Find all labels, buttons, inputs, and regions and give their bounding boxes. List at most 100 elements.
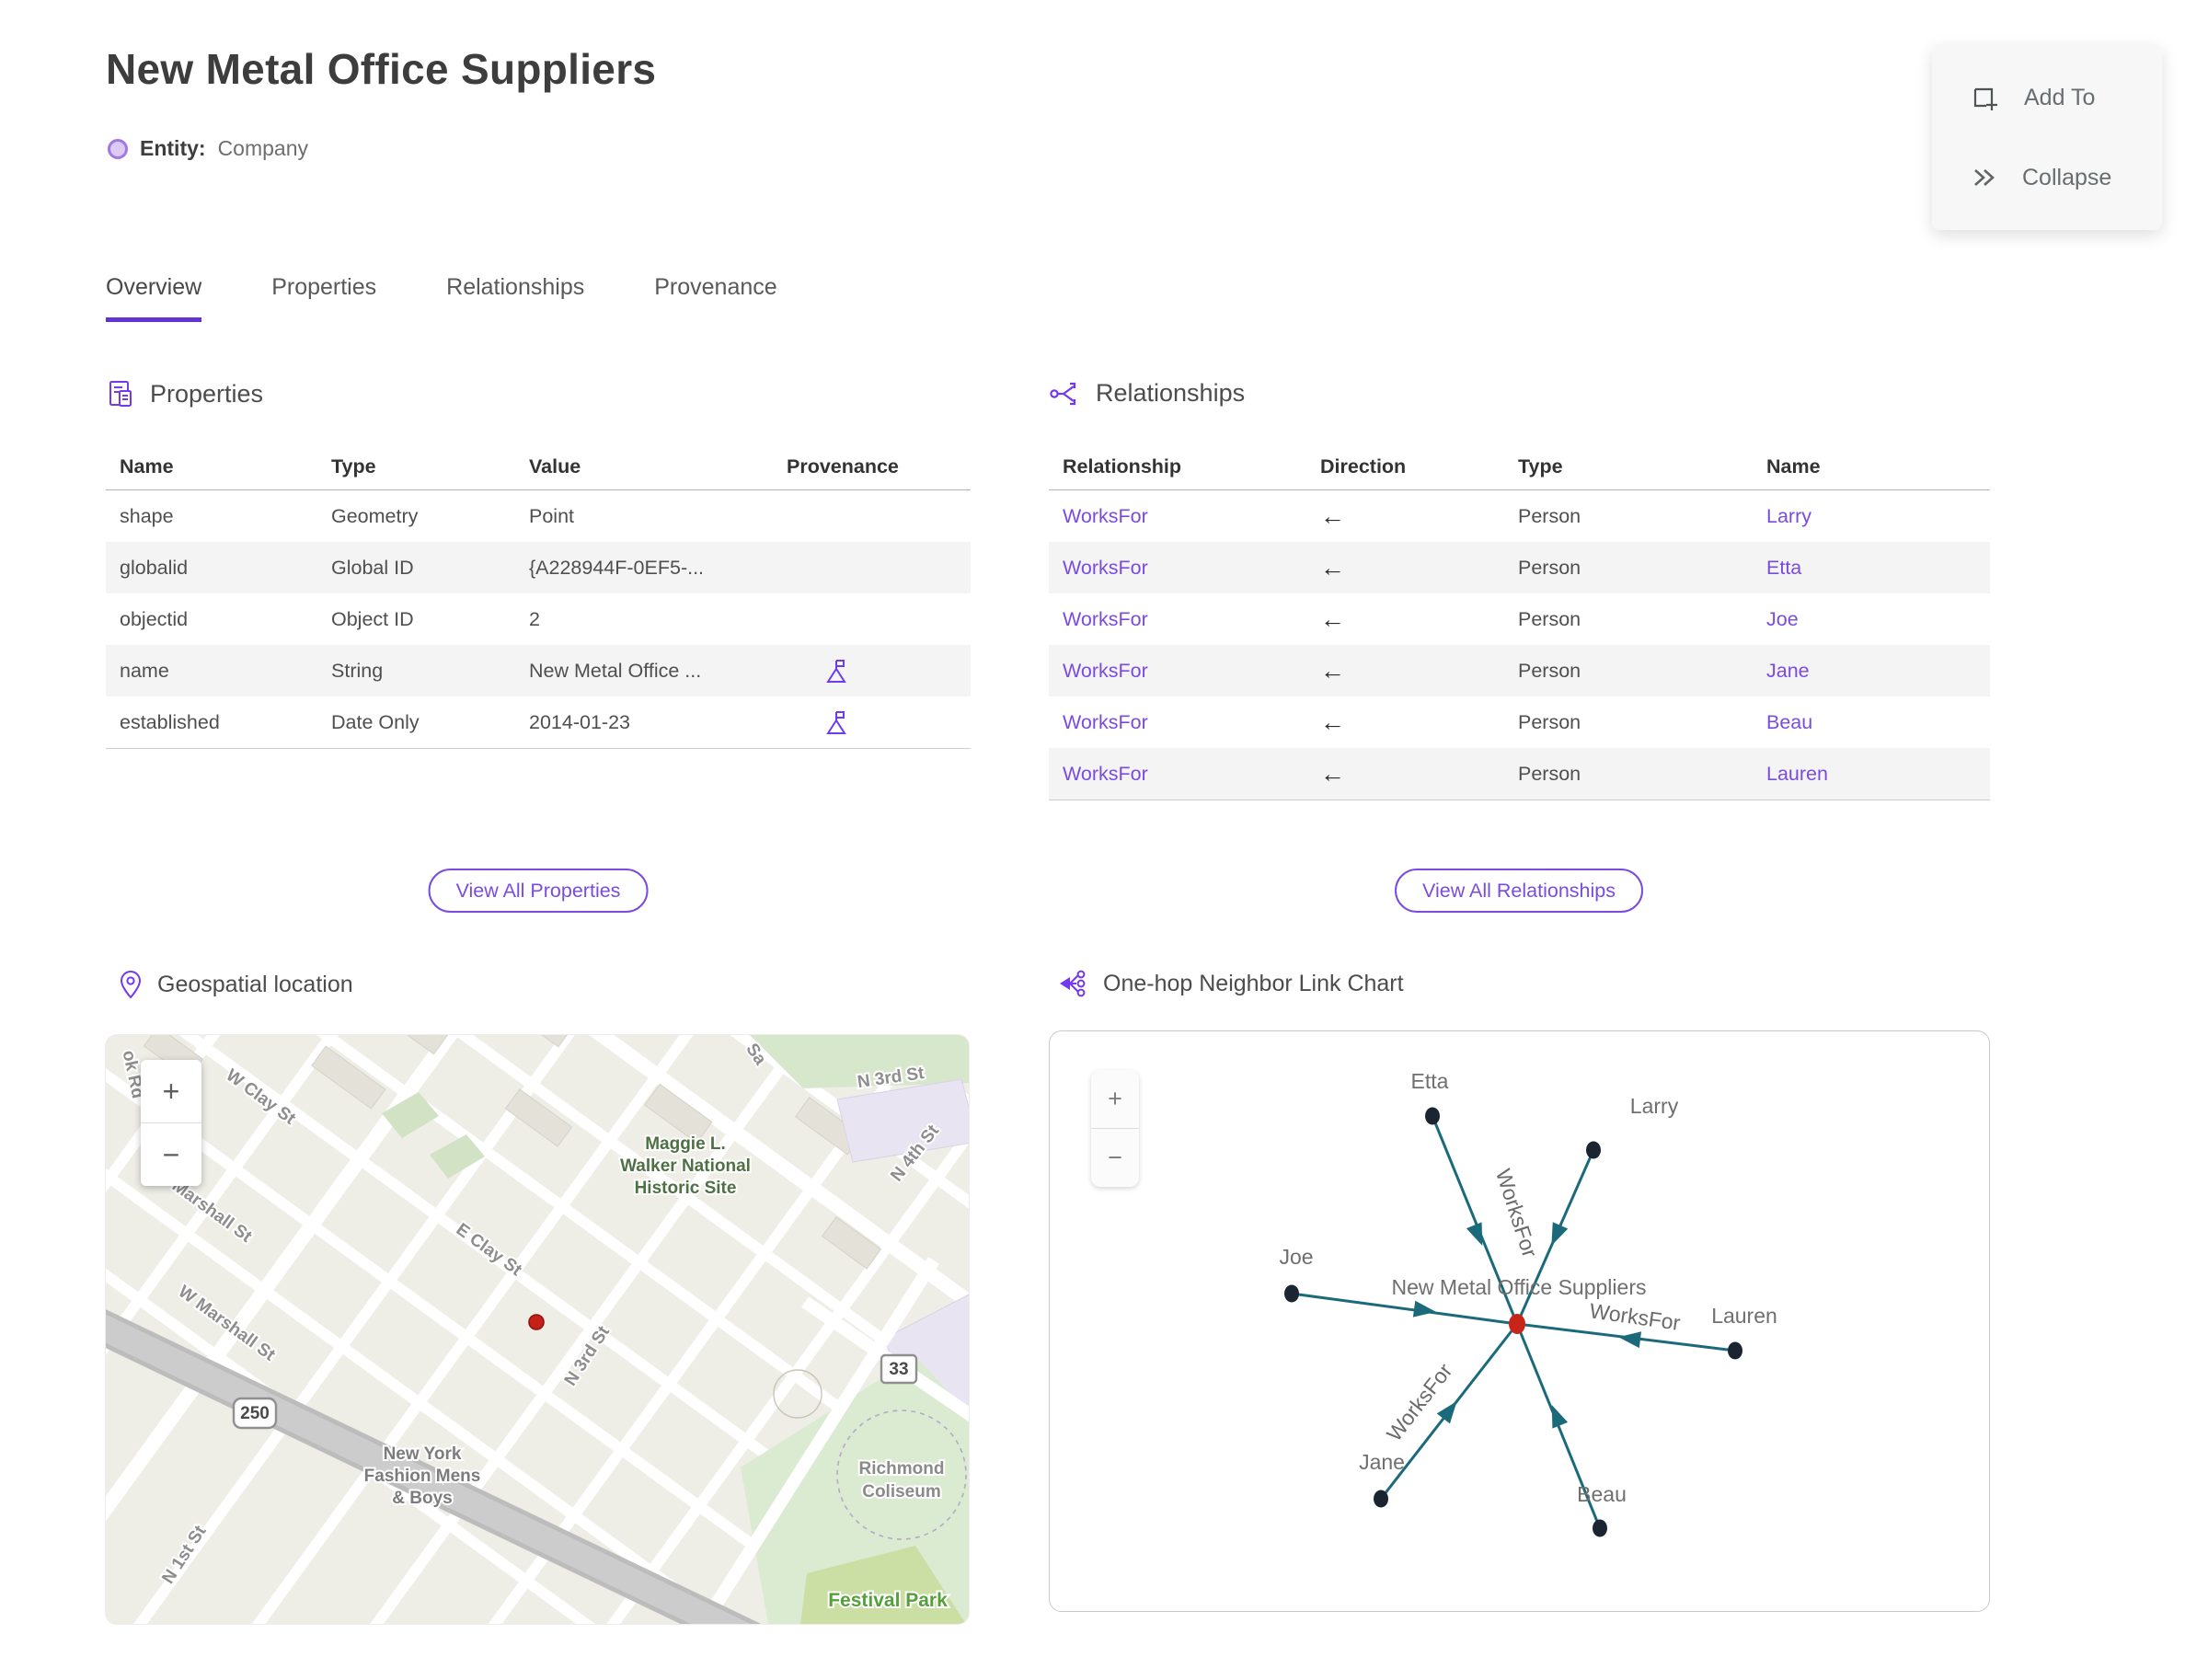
node-larry[interactable]	[1586, 1141, 1601, 1159]
view-all-relationships-button[interactable]: View All Relationships	[1395, 869, 1643, 913]
properties-section-header: Properties	[106, 379, 263, 409]
svg-text:Joe: Joe	[1279, 1245, 1313, 1269]
direction-arrow: ←	[1320, 759, 1345, 788]
table-row: objectid Object ID 2	[120, 607, 540, 630]
tab-properties[interactable]: Properties	[271, 274, 376, 322]
svg-text:New York: New York	[384, 1444, 462, 1464]
link-chart-section-title: One-hop Neighbor Link Chart	[1103, 970, 1404, 996]
properties-section-title: Properties	[150, 380, 264, 408]
direction-arrow: ←	[1320, 604, 1345, 633]
table-row: shape Geometry Point	[120, 504, 575, 527]
chart-zoom-control: + −	[1091, 1070, 1139, 1187]
relationships-section-title: Relationships	[1096, 379, 1246, 407]
collapse-button[interactable]: Collapse	[1932, 164, 2162, 191]
provenance-flag-icon[interactable]	[773, 658, 971, 684]
table-row: WorksFor ← Person Larry	[1049, 490, 1990, 542]
route-shield-33: 33	[880, 1353, 918, 1385]
svg-text:Beau: Beau	[1577, 1482, 1627, 1506]
svg-text:Festival Park: Festival Park	[828, 1590, 948, 1611]
collapse-label: Collapse	[2022, 164, 2112, 190]
node-center[interactable]	[1509, 1314, 1525, 1334]
link-chart[interactable]: + − Etta Larry Joe Lauren Jane Beau New …	[1049, 1030, 1990, 1612]
relationships-table-header: Relationship Direction Type Name	[1049, 443, 1990, 490]
entity-link[interactable]: Etta	[1753, 557, 1990, 580]
svg-text:WorksFor: WorksFor	[1588, 1298, 1682, 1335]
node-beau[interactable]	[1593, 1519, 1607, 1537]
geospatial-section-header: Geospatial location	[118, 970, 353, 999]
svg-text:WorksFor: WorksFor	[1382, 1359, 1457, 1445]
tab-relationships[interactable]: Relationships	[446, 274, 584, 322]
direction-arrow: ←	[1320, 501, 1345, 530]
add-to-icon	[1971, 83, 2000, 112]
relationship-link[interactable]: WorksFor	[1049, 557, 1306, 580]
add-to-button[interactable]: Add To	[1932, 83, 2162, 112]
node-joe[interactable]	[1284, 1284, 1299, 1303]
col-provenance: Provenance	[787, 455, 899, 478]
col-type: Type	[331, 455, 376, 478]
entity-link[interactable]: Lauren	[1753, 763, 1990, 786]
entity-link[interactable]: Beau	[1753, 711, 1990, 734]
relationship-link[interactable]: WorksFor	[1049, 660, 1306, 683]
direction-arrow: ←	[1320, 708, 1345, 736]
entity-link[interactable]: Joe	[1753, 608, 1990, 631]
svg-text:Richmond: Richmond	[859, 1459, 945, 1479]
relationship-link[interactable]: WorksFor	[1049, 711, 1306, 734]
svg-text:Fashion Mens: Fashion Mens	[364, 1467, 481, 1486]
entity-type-value: Company	[217, 136, 308, 160]
entity-label: Entity:	[140, 136, 206, 160]
table-row: WorksFor ← Person Lauren	[1049, 748, 1990, 800]
map-pin-icon	[120, 970, 142, 999]
svg-text:Jane: Jane	[1359, 1450, 1405, 1474]
svg-text:New Metal Office Suppliers: New Metal Office Suppliers	[1392, 1275, 1647, 1299]
link-chart-canvas: Etta Larry Joe Lauren Jane Beau New Meta…	[1279, 1069, 1777, 1537]
route-shield-250: 250	[232, 1397, 278, 1430]
svg-text:Maggie L.: Maggie L.	[645, 1134, 726, 1154]
entity-type-icon	[108, 138, 128, 159]
svg-text:250: 250	[240, 1404, 270, 1423]
tab-provenance[interactable]: Provenance	[654, 274, 776, 322]
map-zoom-out-button[interactable]: −	[141, 1122, 201, 1186]
svg-text:Etta: Etta	[1411, 1069, 1449, 1093]
col-value: Value	[529, 455, 581, 478]
map-canvas: 250 33 ok Rd W Clay St Sa Marshall St W …	[106, 1035, 969, 1624]
svg-text:Larry: Larry	[1630, 1094, 1679, 1118]
col-name: Name	[120, 455, 174, 478]
table-row: name String New Metal Office ...	[106, 645, 971, 696]
add-to-label: Add To	[2024, 84, 2096, 110]
svg-text:Lauren: Lauren	[1711, 1304, 1777, 1328]
map[interactable]: + − 250 33 ok Rd W Clay St Sa Marshall S…	[106, 1035, 969, 1624]
geospatial-section-title: Geospatial location	[157, 971, 353, 997]
relationship-link[interactable]: WorksFor	[1049, 505, 1306, 528]
node-jane[interactable]	[1374, 1490, 1388, 1508]
table-row: WorksFor ← Person Jane	[1049, 645, 1990, 696]
svg-text:WorksFor: WorksFor	[1491, 1166, 1543, 1260]
map-zoom-in-button[interactable]: +	[141, 1060, 201, 1122]
table-row: globalid Global ID {A228944F-0EF5-...	[106, 542, 971, 593]
direction-arrow: ←	[1320, 656, 1345, 685]
actions-card: Add To Collapse	[1932, 44, 2162, 230]
relationship-link[interactable]: WorksFor	[1049, 608, 1306, 631]
svg-text:Coliseum: Coliseum	[862, 1482, 941, 1502]
relationships-table: Relationship Direction Type Name WorksFo…	[1049, 443, 1990, 800]
chart-zoom-out-button[interactable]: −	[1091, 1128, 1139, 1187]
svg-text:Historic Site: Historic Site	[635, 1179, 737, 1198]
node-etta[interactable]	[1425, 1107, 1440, 1125]
table-row: WorksFor ← Person Beau	[1049, 696, 1990, 748]
properties-table-header: Name Type Value Provenance	[106, 443, 971, 490]
chart-labels: Etta Larry Joe Lauren Jane Beau New Meta…	[1279, 1069, 1777, 1506]
provenance-flag-icon[interactable]	[773, 709, 971, 735]
entity-link[interactable]: Jane	[1753, 660, 1990, 683]
chart-zoom-in-button[interactable]: +	[1091, 1070, 1139, 1128]
relationship-link[interactable]: WorksFor	[1049, 763, 1306, 786]
node-lauren[interactable]	[1728, 1341, 1742, 1360]
svg-text:& Boys: & Boys	[392, 1489, 452, 1508]
tab-overview[interactable]: Overview	[106, 274, 202, 322]
link-chart-icon	[1060, 970, 1086, 997]
link-chart-section-header: One-hop Neighbor Link Chart	[1058, 970, 1404, 997]
entity-link[interactable]: Larry	[1753, 505, 1990, 528]
properties-table: Name Type Value Provenance shape Geometr…	[106, 443, 971, 749]
map-marker[interactable]	[528, 1314, 545, 1330]
view-all-properties-button[interactable]: View All Properties	[428, 869, 649, 913]
relationships-icon	[1050, 382, 1076, 405]
map-zoom-control: + −	[141, 1060, 201, 1186]
